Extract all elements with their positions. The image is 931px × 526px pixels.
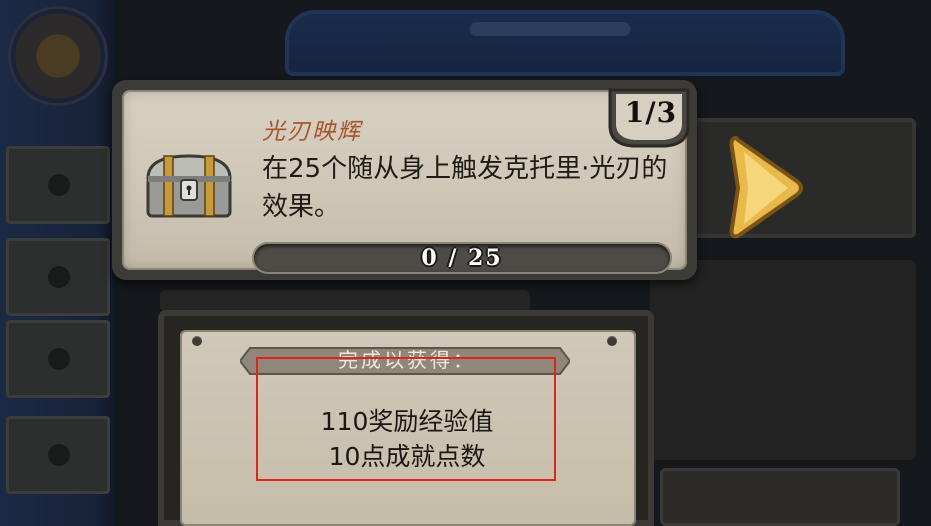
quest-title: 光刃映辉 xyxy=(262,119,362,145)
rivet xyxy=(607,336,617,346)
quest-progress-bar: 0 / 25 xyxy=(254,244,670,272)
background-card xyxy=(660,468,900,526)
highlight-box xyxy=(256,357,556,481)
background-card xyxy=(650,260,916,460)
treasure-chest-icon xyxy=(146,154,232,218)
background-emblem xyxy=(8,6,108,106)
background-tile xyxy=(6,238,110,316)
background-banner-text xyxy=(470,22,630,36)
background-tile xyxy=(6,320,110,398)
rivet xyxy=(192,336,202,346)
quest-description: 在25个随从身上触发克托里·光刃的效果。 xyxy=(262,154,668,222)
next-arrow-icon[interactable] xyxy=(728,132,804,244)
background-banner xyxy=(285,10,845,76)
background-bar xyxy=(160,290,530,312)
background-tile xyxy=(6,416,110,494)
page-indicator: 1/3 xyxy=(624,96,678,129)
background-tile xyxy=(6,146,110,224)
quest-progress-text: 0 / 25 xyxy=(421,245,503,271)
